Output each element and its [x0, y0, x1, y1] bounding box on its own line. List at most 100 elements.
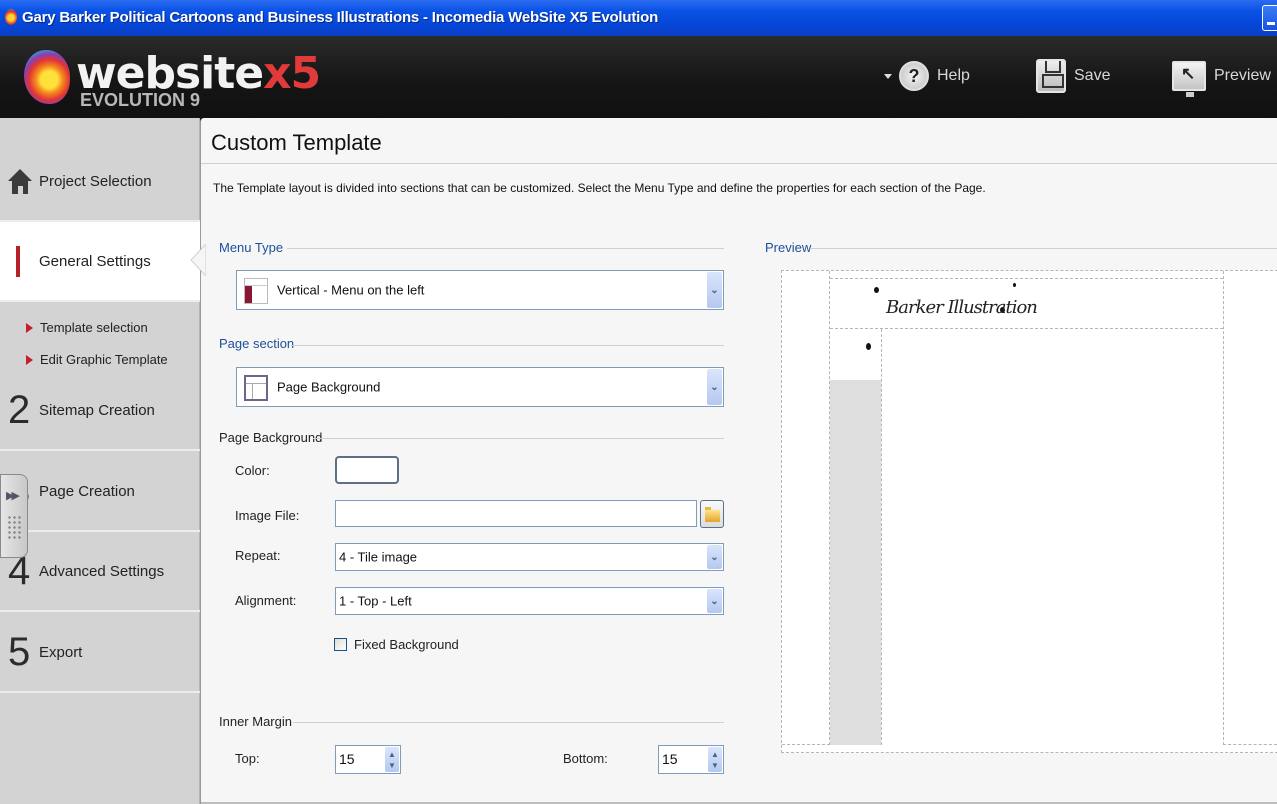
save-button[interactable]: Save: [1036, 56, 1110, 96]
inner-margin-heading: Inner Margin: [219, 714, 292, 729]
sidebar-item-label: Export: [39, 643, 83, 661]
menu-type-heading: Menu Type: [219, 240, 284, 255]
sidebar-item-label: General Settings: [39, 252, 151, 270]
sidebar-item-advanced-settings[interactable]: 4 Advanced Settings: [0, 532, 200, 612]
sidebar-item-label: Project Selection: [39, 172, 152, 190]
top-margin-value[interactable]: 15: [339, 751, 355, 767]
color-label: Color:: [235, 463, 270, 478]
spin-buttons[interactable]: ▲ ▼: [385, 747, 399, 772]
page-section-value: Page Background: [277, 379, 381, 395]
spin-down-icon[interactable]: ▼: [388, 761, 396, 770]
sidebar: Project Selection General Settings Templ…: [0, 118, 200, 804]
page-layout-icon: [244, 375, 268, 401]
spin-up-icon[interactable]: ▲: [388, 750, 396, 759]
repeat-value: 4 - Tile image: [339, 549, 418, 565]
color-picker[interactable]: [335, 456, 399, 484]
chevron-down-icon[interactable]: ⌄: [707, 272, 722, 308]
active-indicator: [16, 246, 20, 277]
monitor-cursor-icon: [1172, 61, 1206, 97]
ink-splat: [866, 343, 871, 350]
top-margin-spinner[interactable]: 15 ▲ ▼: [335, 745, 401, 774]
menu-type-select[interactable]: Vertical - Menu on the left ⌄: [236, 270, 724, 310]
help-icon: ?: [899, 61, 929, 91]
top-margin-label: Top:: [235, 751, 260, 766]
divider: [291, 345, 724, 346]
page-section-select[interactable]: Page Background ⌄: [236, 367, 724, 407]
alignment-label: Alignment:: [235, 593, 297, 608]
triangle-right-icon: [26, 354, 33, 365]
page-background-heading: Page Background: [219, 430, 323, 445]
home-icon: [8, 169, 32, 195]
divider: [313, 438, 724, 439]
divider: [811, 248, 1277, 249]
page-description: The Template layout is divided into sect…: [213, 181, 986, 195]
sidebar-subitem-label: Edit Graphic Template: [40, 352, 168, 367]
chevron-down-icon[interactable]: ⌄: [707, 369, 722, 405]
page-title: Custom Template: [211, 130, 382, 155]
monitor-stand: [1186, 92, 1194, 97]
fixed-background-checkbox[interactable]: [334, 638, 347, 651]
help-button[interactable]: ? Help: [884, 56, 970, 96]
sidebar-item-export[interactable]: 5 Export: [0, 613, 200, 693]
fixed-background-label: Fixed Background: [354, 637, 459, 652]
sidebar-item-sitemap-creation[interactable]: 2 Sitemap Creation: [0, 371, 200, 451]
preview-brand-logo: Barker Illustration: [886, 297, 1038, 318]
page-section-heading: Page section: [219, 336, 295, 351]
preview-heading: Preview: [765, 240, 812, 255]
app-icon: [5, 9, 17, 25]
repeat-select[interactable]: 4 - Tile image ⌄: [335, 543, 724, 571]
preview-button[interactable]: Preview: [1172, 56, 1271, 97]
save-label: Save: [1074, 67, 1111, 84]
spin-down-icon[interactable]: ▼: [711, 761, 719, 770]
step-number: 5: [8, 629, 31, 674]
alignment-select[interactable]: 1 - Top - Left ⌄: [335, 587, 724, 615]
spin-buttons[interactable]: ▲ ▼: [708, 747, 722, 772]
preview-menu-area: [830, 380, 881, 745]
image-file-input[interactable]: [335, 500, 697, 527]
bottom-margin-value[interactable]: 15: [662, 751, 678, 767]
vertical-menu-layout-icon: [244, 278, 268, 304]
preview-label: Preview: [1214, 67, 1271, 84]
preview-menu-section: [830, 329, 882, 745]
sidebar-item-general-settings[interactable]: General Settings: [0, 222, 200, 302]
collapse-panel-handle[interactable]: ▶▶: [0, 474, 28, 558]
alignment-value: 1 - Top - Left: [339, 593, 412, 609]
app-window: Gary Barker Political Cartoons and Busin…: [0, 0, 1277, 804]
open-folder-icon: [705, 507, 720, 522]
logo-x5: x5: [263, 48, 321, 99]
browse-file-button[interactable]: [700, 500, 724, 528]
preview-left-margin: [782, 271, 830, 745]
sidebar-subitem-label: Template selection: [40, 320, 148, 335]
logo-swirl-icon: [24, 50, 70, 104]
websitex5-logo: websitex5 EVOLUTION 9: [24, 48, 321, 112]
title-bar: Gary Barker Political Cartoons and Busin…: [0, 0, 1277, 36]
preview-right-margin: [1223, 271, 1277, 745]
app-header: websitex5 EVOLUTION 9 ? Help Save Previe…: [0, 36, 1277, 118]
main-panel: Custom Template The Template layout is d…: [200, 118, 1277, 804]
sidebar-subitem-edit-graphic-template[interactable]: Edit Graphic Template: [26, 352, 168, 367]
sidebar-item-project-selection[interactable]: Project Selection: [0, 142, 200, 222]
chevron-down-icon[interactable]: ⌄: [707, 589, 722, 613]
window-title: Gary Barker Political Cartoons and Busin…: [22, 9, 659, 26]
preview-header-section: Barker Illustration: [830, 278, 1223, 329]
template-preview: Barker Illustration: [781, 270, 1277, 753]
spin-up-icon[interactable]: ▲: [711, 750, 719, 759]
sidebar-subitem-template-selection[interactable]: Template selection: [26, 320, 148, 335]
bottom-margin-spinner[interactable]: 15 ▲ ▼: [658, 745, 724, 774]
floppy-disk-icon: [1036, 59, 1066, 93]
bottom-margin-label: Bottom:: [563, 751, 608, 766]
step-number: 2: [8, 387, 31, 432]
menu-type-value: Vertical - Menu on the left: [277, 282, 425, 298]
dropdown-caret-icon[interactable]: [884, 73, 892, 79]
grip-dots-icon: [7, 515, 21, 539]
active-pointer-notch: [190, 244, 206, 276]
double-arrow-icon: ▶▶: [6, 490, 20, 502]
ink-splat: [874, 287, 879, 293]
sidebar-item-page-creation[interactable]: 3 Page Creation: [0, 452, 200, 532]
minimize-button[interactable]: [1262, 5, 1277, 31]
sidebar-item-label: Page Creation: [39, 482, 135, 500]
chevron-down-icon[interactable]: ⌄: [707, 545, 722, 569]
sidebar-item-label: Sitemap Creation: [39, 401, 155, 419]
help-label: Help: [937, 67, 970, 84]
ink-splat: [1013, 283, 1016, 287]
